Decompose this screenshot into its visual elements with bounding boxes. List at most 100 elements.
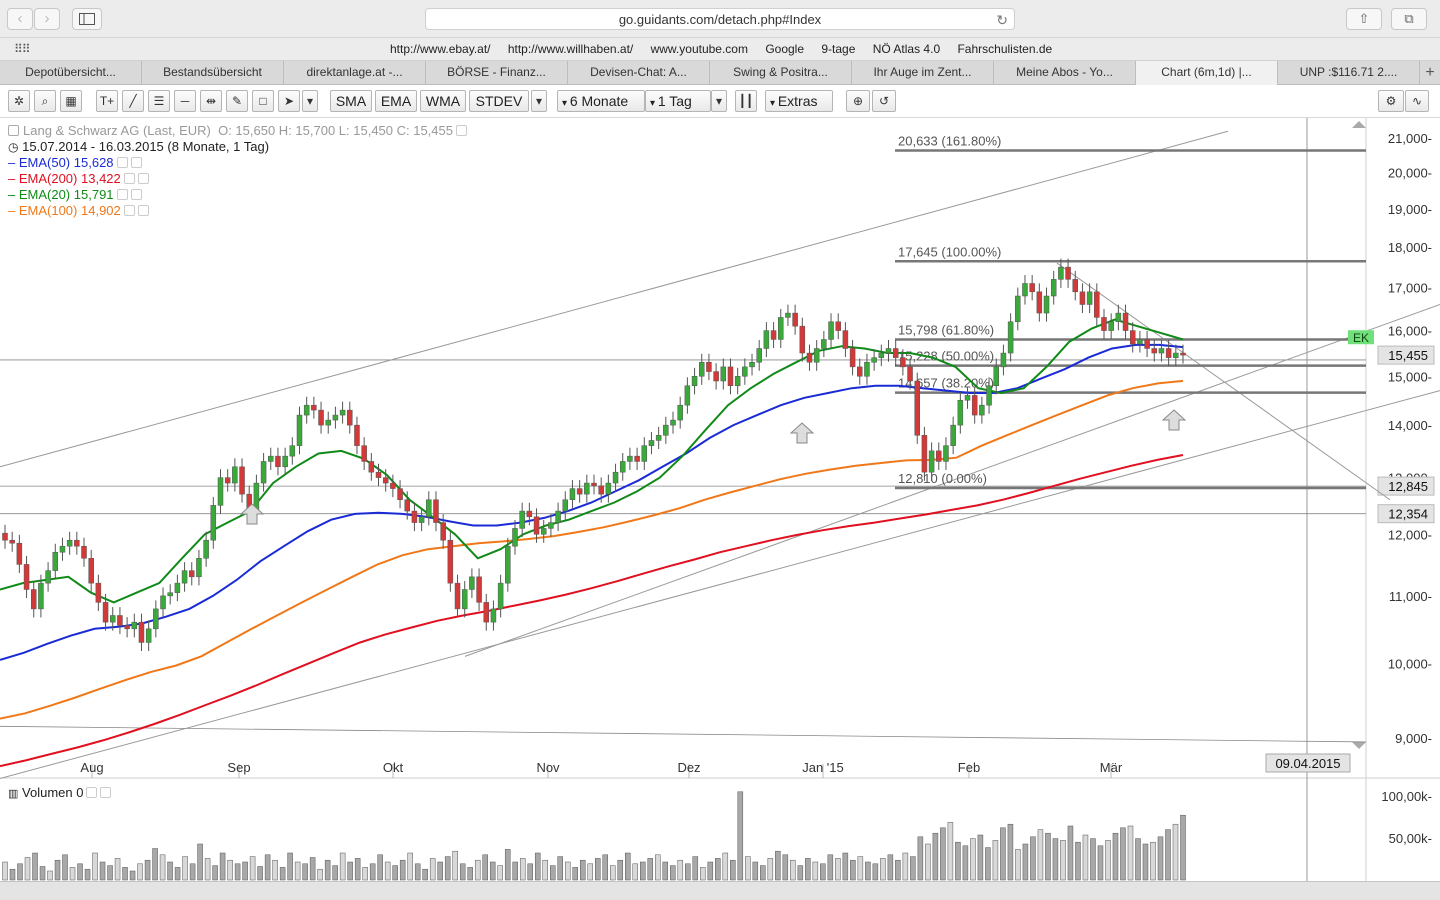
horizontal-line-tool-icon[interactable]: ─ [174, 90, 196, 112]
candle-body[interactable] [1108, 321, 1114, 331]
candle-body[interactable] [361, 445, 367, 462]
candle-body[interactable] [1165, 348, 1172, 358]
candle-body[interactable] [189, 570, 195, 578]
indicator-sma-button[interactable]: SMA [330, 90, 372, 112]
candle-body[interactable] [691, 376, 698, 387]
ema50-close-icon[interactable] [130, 157, 142, 168]
indicator-wma-button[interactable]: WMA [420, 90, 466, 112]
candle-body[interactable] [971, 395, 978, 416]
interval-dropdown-icon[interactable]: ▾ [711, 90, 727, 112]
candle-body[interactable] [354, 424, 360, 446]
ema200-close-icon[interactable] [137, 173, 149, 184]
favorite-9-tage[interactable]: 9-tage [821, 42, 855, 56]
extras-menu[interactable]: ▾ Extras [765, 90, 833, 112]
candle-body[interactable] [670, 419, 676, 426]
candle-body[interactable] [706, 361, 712, 372]
candle-body[interactable] [1058, 266, 1064, 280]
address-bar[interactable]: go.guidants.com/detach.php#Index ↻ [425, 8, 1015, 30]
candle-body[interactable] [1000, 352, 1007, 368]
toggle-icon[interactable]: ⚙ [1378, 90, 1404, 112]
settings-small-icon[interactable] [456, 125, 467, 136]
candle-body[interactable] [311, 404, 317, 411]
candle-body[interactable] [1079, 291, 1086, 305]
wave-indicator-icon[interactable]: ∿ [1405, 90, 1429, 112]
candle-body[interactable] [792, 312, 798, 327]
candle-body[interactable] [390, 482, 396, 489]
candle-body[interactable] [181, 570, 188, 584]
favorite-fahrschulisten[interactable]: Fahrschulisten.de [957, 42, 1052, 56]
favorite-youtube[interactable]: www.youtube.com [651, 42, 748, 56]
candle-body[interactable] [66, 539, 73, 547]
candle-body[interactable] [734, 376, 741, 387]
candle-body[interactable] [232, 466, 238, 484]
candle-type-icon[interactable]: ┃┃ [735, 90, 757, 112]
candle-body[interactable] [2, 532, 8, 541]
reload-icon[interactable]: ↻ [996, 10, 1008, 31]
candle-body[interactable] [497, 582, 504, 610]
candle-body[interactable] [440, 522, 446, 541]
candle-body[interactable] [1072, 279, 1079, 293]
candle-body[interactable] [986, 385, 992, 406]
candle-body[interactable] [196, 558, 202, 578]
favorite-google[interactable]: Google [765, 42, 804, 56]
candle-body[interactable] [296, 414, 303, 446]
candle-body[interactable] [828, 321, 834, 340]
candle-body[interactable] [30, 589, 37, 610]
tab-chart-active[interactable]: Chart (6m,1d) |... [1136, 61, 1278, 85]
candle-body[interactable] [1036, 291, 1043, 314]
candle-body[interactable] [16, 542, 23, 565]
ema100-settings-icon[interactable] [123, 205, 135, 216]
indicator-dropdown-icon[interactable]: ▾ [531, 90, 547, 112]
tools-dropdown-icon[interactable]: ▾ [302, 90, 318, 112]
candle-body[interactable] [576, 488, 583, 495]
pencil-tool-icon[interactable]: ✎ [226, 90, 248, 112]
candle-body[interactable] [332, 414, 339, 421]
volume-close-icon[interactable] [100, 787, 112, 798]
candle-body[interactable] [375, 471, 382, 478]
candle-body[interactable] [117, 615, 123, 626]
candle-body[interactable] [347, 409, 353, 426]
candle-body[interactable] [641, 445, 648, 462]
candle-body[interactable] [275, 455, 281, 468]
candle-body[interactable] [404, 499, 410, 512]
candle-body[interactable] [1180, 352, 1186, 356]
candle-body[interactable] [627, 455, 633, 462]
candle-body[interactable] [835, 321, 841, 331]
candle-body[interactable] [885, 348, 892, 354]
candle-body[interactable] [268, 455, 274, 462]
candle-body[interactable] [993, 366, 999, 387]
candle-body[interactable] [756, 348, 762, 363]
candle-body[interactable] [533, 516, 540, 535]
candle-body[interactable] [1050, 279, 1057, 297]
fibonacci-tool-icon[interactable]: ☰ [148, 90, 170, 112]
ema50-settings-icon[interactable] [116, 157, 128, 168]
candle-body[interactable] [943, 445, 949, 462]
text-tool-icon[interactable]: T+ [96, 90, 118, 112]
candle-body[interactable] [914, 380, 920, 436]
favorite-ebay[interactable]: http://www.ebay.at/ [390, 42, 491, 56]
candle-body[interactable] [842, 330, 849, 349]
candle-body[interactable] [454, 582, 461, 610]
candle-body[interactable] [663, 424, 669, 436]
candle-body[interactable] [763, 330, 770, 349]
trendline-long-support[interactable] [0, 390, 1440, 779]
candle-body[interactable] [109, 615, 116, 623]
candle-body[interactable] [806, 352, 813, 363]
candle-body[interactable] [1115, 312, 1122, 323]
new-tab-button[interactable]: + [1420, 61, 1440, 84]
candle-body[interactable] [433, 499, 439, 523]
legend-ema100[interactable]: – EMA(100) 14,902 [8, 203, 149, 218]
candle-body[interactable] [562, 499, 569, 512]
search-icon[interactable]: ⌕ [34, 90, 56, 112]
candle-body[interactable] [605, 482, 612, 495]
candle-body[interactable] [224, 477, 231, 484]
favorite-willhaben[interactable]: http://www.willhaben.at/ [508, 42, 633, 56]
settings-gear-icon[interactable]: ✲ [8, 90, 30, 112]
candle-body[interactable] [461, 589, 468, 610]
candle-body[interactable] [102, 602, 109, 623]
tab-devisen-chat[interactable]: Devisen-Chat: A... [568, 61, 710, 85]
candle-body[interactable] [770, 330, 777, 340]
candle-body[interactable] [584, 482, 590, 495]
tab-swing[interactable]: Swing & Positra... [710, 61, 852, 85]
candle-body[interactable] [598, 485, 604, 495]
